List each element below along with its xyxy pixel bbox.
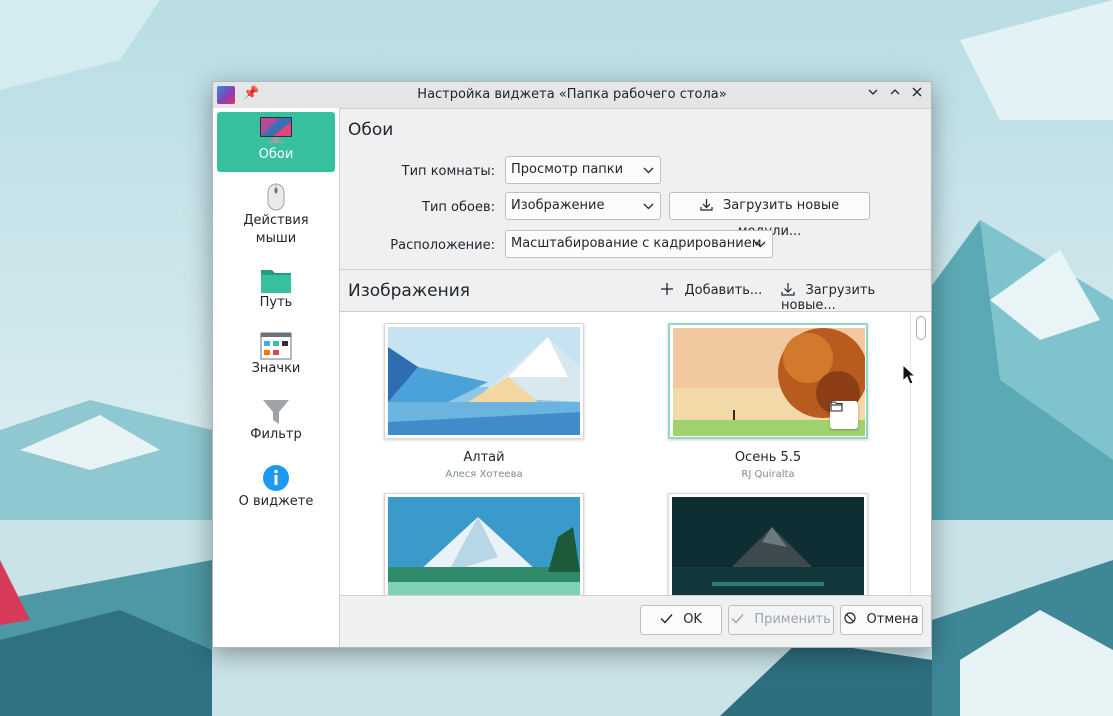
- add-image-button[interactable]: Добавить...: [660, 282, 762, 298]
- wallpaper-type-label: Тип обоев:: [422, 200, 495, 215]
- wallpaper-preview-dark-mountain: [672, 497, 864, 599]
- cancel-label: Отмена: [866, 612, 919, 627]
- sidebar-item-location[interactable]: Путь: [217, 262, 335, 320]
- monitor-icon: [260, 117, 292, 143]
- scrollbar-thumb[interactable]: [916, 316, 926, 340]
- sidebar-item-label: Обои: [258, 147, 294, 162]
- positioning-label: Расположение:: [390, 238, 495, 253]
- titlebar: 📌 Настройка виджета «Папка рабочего стол…: [213, 82, 931, 109]
- wallpaper-title: Алтай: [463, 450, 505, 465]
- wallpaper-thumbnail-selected[interactable]: [668, 323, 868, 439]
- close-button[interactable]: [907, 85, 927, 105]
- layout-label: Тип комнаты:: [401, 164, 495, 179]
- minimize-button[interactable]: [863, 85, 883, 105]
- sidebar-item-icons[interactable]: Значки: [217, 328, 335, 386]
- sidebar-item-mouse-actions[interactable]: Действия мыши: [217, 180, 335, 252]
- chevron-down-icon: [643, 193, 654, 229]
- maximize-button[interactable]: [885, 85, 905, 105]
- ok-button[interactable]: OK: [640, 605, 722, 635]
- wallpaper-author: RJ Quiralta: [741, 469, 795, 480]
- wallpaper-grid: Алтай Алеся Хотеева Осень 5.5 RJ Quiralt…: [340, 312, 931, 599]
- wallpaper-title: Осень 5.5: [734, 450, 802, 465]
- mouse-icon: [267, 183, 285, 211]
- wallpaper-preview-mountain-lake: [388, 497, 580, 599]
- sidebar-item-wallpaper[interactable]: Обои: [217, 112, 335, 172]
- wallpaper-thumbnail[interactable]: [384, 493, 584, 599]
- images-header: Изображения Добавить... Загрузить новые.…: [340, 270, 931, 313]
- download-icon: [781, 282, 799, 298]
- info-icon: [263, 465, 289, 491]
- chevron-down-icon: [755, 231, 766, 267]
- cancel-button[interactable]: Отмена: [840, 605, 923, 635]
- close-icon: [912, 87, 922, 97]
- apply-button[interactable]: Применить: [728, 605, 834, 635]
- wallpaper-author: Алеся Хотеева: [445, 469, 523, 480]
- open-folder-button[interactable]: [830, 401, 858, 429]
- plus-icon: [660, 282, 678, 298]
- wallpaper-thumbnail[interactable]: [668, 493, 868, 599]
- folder-open-icon: [830, 401, 843, 412]
- mouse-cursor-icon: [902, 363, 917, 390]
- sidebar-item-about[interactable]: О виджете: [217, 460, 335, 518]
- widget-settings-dialog: 📌 Настройка виджета «Папка рабочего стол…: [212, 81, 932, 648]
- chevron-down-icon: [868, 89, 878, 95]
- layout-value: Просмотр папки: [511, 162, 624, 177]
- filter-icon: [263, 400, 289, 424]
- page-title: Обои: [348, 120, 394, 140]
- sidebar: Обои Действия мыши Путь Значки Фильтр О …: [213, 108, 340, 647]
- sidebar-item-label: Действия мыши: [243, 213, 309, 246]
- wallpaper-type-combobox[interactable]: Изображение: [505, 192, 661, 220]
- get-new-plugins-button[interactable]: Загрузить новые модули...: [669, 192, 870, 239]
- chevron-up-icon: [890, 89, 900, 95]
- icons-view-icon: [260, 332, 292, 360]
- sidebar-item-label: Путь: [259, 295, 293, 310]
- sidebar-item-label: О виджете: [238, 494, 314, 509]
- wallpaper-preview-altai: [388, 327, 580, 435]
- add-image-label: Добавить...: [684, 283, 763, 298]
- apply-label: Применить: [754, 612, 831, 627]
- settings-content: Обои Тип комнаты: Просмотр папки Тип обо…: [340, 108, 931, 647]
- cancel-icon: [844, 612, 860, 627]
- check-icon: [660, 612, 677, 627]
- get-new-wallpapers-button[interactable]: Загрузить новые...: [781, 282, 931, 313]
- vertical-scrollbar[interactable]: [910, 312, 931, 599]
- dialog-footer: OK Применить Отмена: [340, 595, 931, 647]
- download-icon: [700, 198, 717, 213]
- folder-icon: [261, 270, 291, 293]
- ok-label: OK: [683, 612, 702, 627]
- images-title: Изображения: [348, 281, 471, 301]
- sidebar-item-label: Фильтр: [250, 427, 302, 442]
- sidebar-item-filter[interactable]: Фильтр: [217, 394, 335, 452]
- positioning-value: Масштабирование с кадрированием: [511, 236, 762, 251]
- window-title: Настройка виджета «Папка рабочего стола»: [417, 87, 727, 102]
- wallpaper-type-value: Изображение: [511, 198, 605, 213]
- positioning-combobox[interactable]: Масштабирование с кадрированием: [505, 230, 773, 258]
- wallpaper-thumbnail[interactable]: [384, 323, 584, 439]
- check-icon: [731, 612, 748, 627]
- chevron-down-icon: [643, 157, 654, 193]
- layout-combobox[interactable]: Просмотр папки: [505, 156, 661, 184]
- sidebar-item-label: Значки: [251, 361, 301, 376]
